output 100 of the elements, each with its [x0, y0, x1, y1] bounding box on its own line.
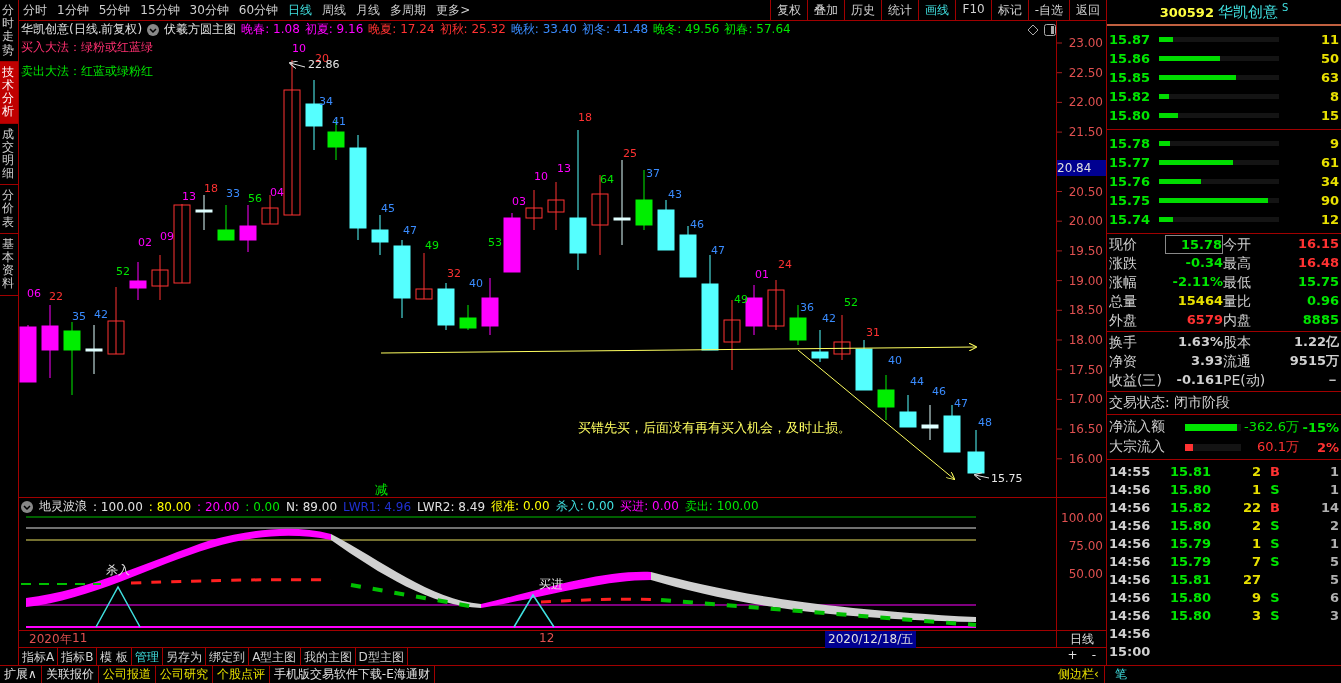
candlestick [657, 199, 675, 251]
candle-label: 18 [204, 182, 218, 195]
trade-side: S [1269, 607, 1281, 623]
price-tick: 16.50 [1068, 422, 1103, 437]
indicator-tab[interactable]: 模 板 [97, 648, 133, 666]
period-tab[interactable]: 周线 [322, 1, 347, 19]
period-tab[interactable]: 日线 [288, 1, 313, 19]
bottom-link[interactable]: 手机版交易软件下载-E海通财 [269, 666, 435, 683]
indicator-tab[interactable]: 绑定到 [206, 648, 250, 666]
period-tab[interactable]: 更多> [436, 1, 471, 19]
candle-label: 42 [822, 312, 836, 325]
toolbar-button[interactable]: 返回 [1069, 0, 1106, 20]
indicator-tab[interactable]: 指标A [19, 648, 59, 666]
candlestick [151, 254, 169, 301]
price-tick: 16.00 [1068, 451, 1103, 466]
quote-value: 9515万 [1288, 352, 1339, 370]
candle-label: 09 [160, 230, 174, 243]
bid-price: 15.74 [1109, 212, 1152, 227]
candle-label: 13 [557, 162, 571, 175]
side-tab[interactable]: 成交明细 [0, 123, 18, 186]
bottom-link[interactable]: 关联报价 [41, 666, 99, 683]
toolbar-button[interactable]: 标记 [990, 0, 1028, 20]
flow-label: 净流入额 [1109, 418, 1166, 436]
toolbar-button[interactable]: 画线 [918, 0, 956, 20]
indicator-tab[interactable]: 管理 [132, 648, 164, 666]
toolbar-button[interactable]: 复权 [770, 0, 808, 20]
period-tab[interactable]: 分时 [23, 1, 47, 19]
period-tab[interactable]: 多周期 [390, 1, 427, 19]
bottom-link[interactable]: 公司报道 [98, 666, 156, 683]
cursor-price-tag: 20.84 [1057, 160, 1106, 176]
indicator-name[interactable]: 地灵波浪 [39, 498, 87, 515]
candlestick [833, 314, 851, 361]
period-tab[interactable]: 30分钟 [189, 1, 229, 19]
candlestick [239, 204, 257, 253]
indicator-tab[interactable]: 我的主图 [300, 648, 356, 666]
sidebar-toggle[interactable]: 侧边栏‹ [1058, 666, 1104, 683]
trade-count: 5 [1328, 571, 1339, 587]
period-button[interactable]: 日线 [1069, 630, 1094, 648]
bottom-link[interactable]: 公司研究 [155, 666, 213, 683]
trade-price: 15.80 [1168, 589, 1211, 605]
candle-label: 34 [319, 95, 333, 108]
period-tab[interactable]: 15分钟 [140, 1, 180, 19]
candlestick [437, 282, 455, 331]
trade-time: 14:55 [1109, 463, 1152, 479]
side-tab[interactable]: 分时走势 [0, 0, 18, 62]
zoom-in-button[interactable]: + [1067, 648, 1078, 666]
quote-value: 6579 [1185, 311, 1223, 329]
trade-count: 5 [1328, 553, 1339, 569]
chevron-down-icon[interactable] [21, 500, 33, 513]
candle-label: 13 [182, 190, 196, 203]
candle-label: 01 [755, 268, 769, 281]
toolbar-button[interactable]: -自选 [1027, 0, 1069, 20]
period-tab[interactable]: 1分钟 [57, 1, 89, 19]
bottom-link[interactable]: 个股点评 [212, 666, 270, 683]
period-tab[interactable]: 60分钟 [238, 1, 279, 19]
indicator-tab[interactable]: D型主图 [355, 648, 408, 666]
indicator-value: LWR2: 8.49 [417, 499, 486, 514]
candlestick [371, 214, 389, 256]
detail-tab[interactable]: 笔 [1105, 666, 1137, 683]
bottom-link[interactable]: 扩展∧ [0, 666, 42, 683]
signal-mark: 减 [375, 482, 388, 497]
trade-count: 3 [1328, 607, 1339, 623]
trade-time: 14:56 [1109, 517, 1152, 533]
panel-toggle-icon[interactable] [1044, 23, 1056, 36]
toolbar-button[interactable]: 统计 [881, 0, 919, 20]
indicator-value: 初夏: 9.16 [304, 21, 364, 38]
period-tab[interactable]: 月线 [356, 1, 381, 19]
indicator-tab[interactable]: 另存为 [163, 648, 207, 666]
price-tick: 22.50 [1068, 65, 1103, 80]
indicator-name[interactable]: 伏羲方圆主图 [164, 21, 237, 38]
indicator-tab[interactable]: 指标B [58, 648, 98, 666]
candle-label: 24 [778, 258, 792, 271]
candle-label: 52 [116, 265, 130, 278]
trade-status: 交易状态: 闭市阶段 [1107, 392, 1341, 415]
trade-volume: 27 [1241, 571, 1261, 587]
high-pointer-line [288, 60, 306, 70]
trade-volume: 2 [1250, 517, 1261, 533]
candlestick [547, 181, 565, 231]
price-tick: 20.50 [1068, 184, 1103, 199]
period-tab[interactable]: 5分钟 [98, 1, 131, 19]
chart-title: 华凯创意(日线.前复权) [21, 21, 143, 38]
toolbar-button[interactable]: 历史 [844, 0, 882, 20]
indicator-value: 晚夏: 17.24 [368, 21, 435, 38]
candle-label: 35 [72, 310, 86, 323]
candle-label: 10 [534, 170, 548, 183]
trade-price: 15.81 [1168, 571, 1211, 587]
flow-amount: 60.1万 [1256, 438, 1299, 456]
diamond-icon[interactable] [1027, 23, 1039, 36]
toolbar-button[interactable]: 叠加 [807, 0, 845, 20]
side-tab[interactable]: 基本资料 [0, 233, 18, 296]
side-tab[interactable]: 技术分析 [0, 61, 18, 124]
toolbar-button[interactable]: F10 [955, 0, 991, 20]
indicator-value: 初秋: 25.32 [439, 21, 506, 38]
price-tick: 19.50 [1068, 243, 1103, 258]
bid-volume: 34 [1319, 174, 1339, 189]
chevron-down-icon[interactable] [147, 23, 160, 36]
trade-price: 15.82 [1168, 499, 1211, 515]
indicator-tab[interactable]: A型主图 [249, 648, 301, 666]
zoom-out-button[interactable]: - [1091, 648, 1096, 666]
side-tab[interactable]: 分价表 [0, 185, 18, 234]
